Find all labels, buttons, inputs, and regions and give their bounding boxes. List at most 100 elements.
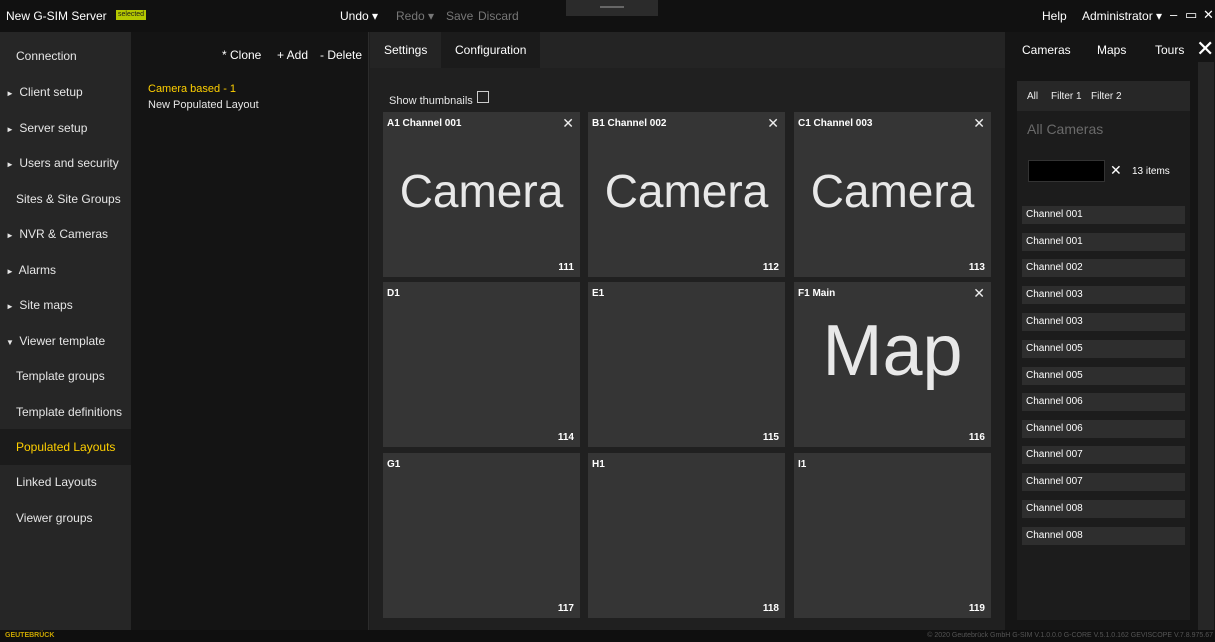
camera-list-item[interactable]: Channel 007	[1022, 473, 1185, 491]
tile-number: 119	[968, 603, 985, 614]
tile-label: B1 Channel 002	[592, 118, 667, 129]
all-cameras-heading: All Cameras	[1027, 121, 1104, 137]
caret-down-icon: ▼	[6, 338, 14, 347]
camera-list-item[interactable]: Channel 008	[1022, 527, 1185, 545]
top-bar: New G-SIM Server selected Undo ▾ Redo ▾ …	[0, 0, 1215, 32]
sidebar-item-sites[interactable]: Sites & Site Groups	[0, 181, 131, 217]
sidebar-item-linked-layouts[interactable]: Linked Layouts	[0, 464, 131, 500]
maximize-icon[interactable]: ▭	[1185, 7, 1197, 23]
caret-right-icon: ►	[6, 125, 14, 134]
tile-number: 116	[968, 432, 985, 443]
sidebar-item-connection[interactable]: Connection	[0, 38, 131, 74]
tile-label: F1 Main	[798, 288, 836, 299]
tab-maps[interactable]: Maps	[1097, 32, 1126, 68]
close-icon[interactable]: ✕	[767, 115, 779, 132]
tab-settings[interactable]: Settings	[370, 32, 441, 68]
clear-search-icon[interactable]: ✕	[1110, 162, 1122, 179]
layout-tile-i1[interactable]: I1 119	[794, 453, 991, 618]
close-icon[interactable]: ✕	[562, 115, 574, 132]
redo-button[interactable]: Redo ▾	[396, 9, 434, 23]
close-icon[interactable]: ✕	[973, 115, 985, 132]
sidebar-item-label: Sites & Site Groups	[16, 192, 121, 206]
tab-cameras[interactable]: Cameras	[1022, 32, 1071, 68]
tile-number: 115	[762, 432, 779, 443]
layout-tile-c1[interactable]: C1 Channel 003 ✕ Camera 113	[794, 112, 991, 277]
camera-list-item[interactable]: Channel 006	[1022, 420, 1185, 438]
layouts-list-panel: * Clone + Add - Delete Camera based - 1 …	[131, 32, 369, 632]
sidebar-item-label: Server setup	[19, 121, 88, 135]
undo-button[interactable]: Undo ▾	[340, 9, 378, 23]
camera-list-item[interactable]: Channel 005	[1022, 340, 1185, 358]
show-thumbnails-checkbox[interactable]	[477, 91, 489, 103]
sidebar-item-site-maps[interactable]: ► Site maps	[0, 287, 131, 323]
sidebar-item-server-setup[interactable]: ► Server setup	[0, 110, 131, 146]
camera-list-item[interactable]: Channel 003	[1022, 286, 1185, 304]
close-icon[interactable]: ✕	[973, 285, 985, 302]
discard-button[interactable]: Discard	[478, 9, 519, 23]
close-panel-icon[interactable]: ✕	[1196, 38, 1214, 60]
user-menu[interactable]: Administrator ▾	[1082, 9, 1162, 23]
camera-list-item[interactable]: Channel 003	[1022, 313, 1185, 331]
sidebar-item-populated-layouts[interactable]: Populated Layouts	[0, 429, 131, 465]
version-info: © 2020 Geutebrück GmbH G-SIM V.1.0.0.0 G…	[927, 632, 1213, 639]
sidebar-item-alarms[interactable]: ► Alarms	[0, 252, 131, 288]
layout-editor: Settings Configuration Show thumbnails A…	[370, 32, 1005, 632]
tile-label: G1	[387, 459, 401, 470]
status-footer: GEUTEBRÜCK © 2020 Geutebrück GmbH G-SIM …	[0, 630, 1215, 642]
save-button[interactable]: Save	[446, 9, 473, 23]
caret-right-icon: ►	[6, 89, 14, 98]
sidebar-item-client-setup[interactable]: ► Client setup	[0, 74, 131, 110]
sidebar-item-template-groups[interactable]: Template groups	[0, 358, 131, 394]
panel-scrollbar[interactable]	[1198, 62, 1214, 630]
clone-button[interactable]: * Clone	[222, 48, 261, 62]
caret-right-icon: ►	[6, 302, 14, 311]
sidebar-item-viewer-groups[interactable]: Viewer groups	[0, 500, 131, 536]
filter-1[interactable]: Filter 1	[1051, 91, 1082, 102]
layout-tile-e1[interactable]: E1 115	[588, 282, 785, 447]
sidebar-item-nvr-cameras[interactable]: ► NVR & Cameras	[0, 216, 131, 252]
sidebar-item-viewer-template[interactable]: ▼ Viewer template	[0, 323, 131, 359]
layout-item[interactable]: New Populated Layout	[148, 99, 259, 111]
tile-number: 117	[557, 603, 574, 614]
tab-configuration[interactable]: Configuration	[441, 32, 541, 68]
tile-label: H1	[592, 459, 605, 470]
delete-button[interactable]: - Delete	[320, 48, 362, 62]
camera-list-item[interactable]: Channel 002	[1022, 259, 1185, 277]
filter-2[interactable]: Filter 2	[1091, 91, 1122, 102]
camera-list-item[interactable]: Channel 007	[1022, 446, 1185, 464]
camera-list-item[interactable]: Channel 001	[1022, 206, 1185, 224]
help-button[interactable]: Help	[1042, 9, 1067, 23]
camera-list-item[interactable]: Channel 006	[1022, 393, 1185, 411]
camera-filter-tabs: All Filter 1 Filter 2	[1017, 81, 1190, 111]
editor-tabs: Settings Configuration	[370, 32, 1005, 68]
camera-list-item[interactable]: Channel 005	[1022, 367, 1185, 385]
add-button[interactable]: + Add	[277, 48, 308, 62]
close-window-icon[interactable]: ✕	[1203, 7, 1214, 23]
caret-right-icon: ►	[6, 267, 14, 276]
selected-badge: selected	[116, 10, 147, 20]
layout-tile-f1[interactable]: F1 Main ✕ Map 116	[794, 282, 991, 447]
sidebar-item-label: Viewer template	[19, 334, 106, 348]
layout-tile-g1[interactable]: G1 117	[383, 453, 580, 618]
sidebar-item-template-definitions[interactable]: Template definitions	[0, 394, 131, 430]
tab-tours[interactable]: Tours	[1155, 32, 1184, 68]
sidebar-item-users-security[interactable]: ► Users and security	[0, 145, 131, 181]
tile-content-map: Map	[822, 311, 963, 391]
layout-tile-h1[interactable]: H1 118	[588, 453, 785, 618]
layout-tile-a1[interactable]: A1 Channel 001 ✕ Camera 111	[383, 112, 580, 277]
camera-search-input[interactable]	[1028, 160, 1105, 182]
tile-label: E1	[592, 288, 605, 299]
tile-content-camera: Camera	[604, 165, 769, 217]
tile-label: C1 Channel 003	[798, 118, 873, 129]
camera-list-item[interactable]: Channel 001	[1022, 233, 1185, 251]
drag-handle[interactable]	[566, 0, 658, 16]
brand-logo: GEUTEBRÜCK	[5, 632, 55, 639]
layout-item-selected[interactable]: Camera based - 1	[148, 83, 236, 95]
layout-tile-d1[interactable]: D1 114	[383, 282, 580, 447]
filter-all[interactable]: All	[1027, 91, 1038, 102]
layout-tile-b1[interactable]: B1 Channel 002 ✕ Camera 112	[588, 112, 785, 277]
minimize-icon[interactable]: –	[1170, 7, 1177, 23]
grip-icon	[600, 6, 624, 8]
camera-list-item[interactable]: Channel 008	[1022, 500, 1185, 518]
layout-grid-panel: Show thumbnails A1 Channel 001 ✕ Camera …	[370, 68, 1005, 632]
